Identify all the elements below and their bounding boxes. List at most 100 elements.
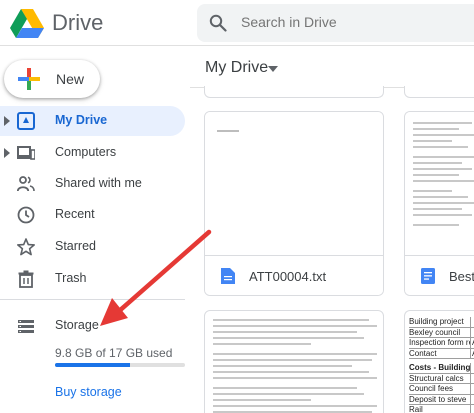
new-button-label: New xyxy=(56,71,85,87)
page-title[interactable]: My Drive xyxy=(205,59,268,77)
file-card-footer: ATT00004.txt xyxy=(205,255,383,295)
preview-text-line xyxy=(413,122,472,124)
sidebar-divider xyxy=(0,299,185,300)
preview-text-line xyxy=(413,224,459,226)
search-bar[interactable] xyxy=(197,4,474,42)
sidebar-item-label: Starred xyxy=(55,239,96,253)
preview-text-line xyxy=(213,377,377,379)
preview-text-line xyxy=(213,393,364,395)
preview-text-line xyxy=(413,214,472,216)
preview-text-line xyxy=(413,146,469,148)
search-input[interactable] xyxy=(241,14,461,30)
preview-text-line xyxy=(213,365,353,367)
preview-text-line xyxy=(413,202,474,204)
preview-text-line xyxy=(213,399,312,401)
preview-text-line xyxy=(213,325,377,327)
file-card-top-right[interactable] xyxy=(404,86,474,98)
preview-text-line xyxy=(413,128,459,130)
spreadsheet-cell: Contact xyxy=(409,348,471,358)
spreadsheet-row: Council fees xyxy=(409,384,474,395)
file-card-footer: Best xyxy=(405,255,474,295)
file-card-spreadsheet-preview[interactable]: Building project Bexley council Inspection… xyxy=(404,310,474,413)
storage-label[interactable]: Storage xyxy=(55,318,99,332)
sidebar-item-label: My Drive xyxy=(55,113,108,127)
spreadsheet-cell: Structural calcs xyxy=(409,373,471,383)
preview-text-line xyxy=(213,337,364,339)
text-file-icon xyxy=(221,268,235,284)
google-drive-logo-icon[interactable] xyxy=(9,7,45,39)
storage-progress-fill xyxy=(55,363,130,367)
file-name: Best xyxy=(449,269,474,284)
storage-usage-text: 9.8 GB of 17 GB used xyxy=(55,346,173,360)
sidebar-item-label: Trash xyxy=(55,271,87,285)
file-thumbnail xyxy=(405,112,474,255)
file-thumbnail xyxy=(205,112,383,255)
main-content: My Drive ATT00004.txt Best Building proj… xyxy=(190,47,474,413)
trash-icon xyxy=(18,270,34,288)
preview-text-line xyxy=(213,319,369,321)
sidebar-item-computers[interactable]: Computers xyxy=(0,138,185,168)
top-bar: Drive xyxy=(0,0,474,46)
preview-text-line xyxy=(413,162,462,164)
drive-app: Drive New My Drive xyxy=(0,0,474,413)
sidebar-item-starred[interactable]: Starred xyxy=(0,232,185,262)
spreadsheet-row: Inspection form refAF1 xyxy=(409,338,474,349)
my-drive-icon xyxy=(17,112,35,130)
new-button[interactable]: New xyxy=(4,60,100,98)
file-card-document-preview[interactable] xyxy=(204,310,384,413)
sidebar-item-my-drive[interactable]: My Drive xyxy=(0,106,185,136)
spreadsheet-cell: Costs - Building xyxy=(409,363,471,373)
preview-text-line xyxy=(413,196,469,198)
spreadsheet-cell: Deposit to steve xyxy=(409,394,471,404)
buy-storage-link[interactable]: Buy storage xyxy=(55,385,122,399)
expand-caret-icon[interactable] xyxy=(4,116,10,126)
preview-text-line xyxy=(213,359,373,361)
sidebar-item-shared-with-me[interactable]: Shared with me xyxy=(0,169,185,199)
sidebar-item-label: Computers xyxy=(55,145,117,159)
sidebar: New My Drive Computers Shared with me Re… xyxy=(0,47,190,413)
file-name: ATT00004.txt xyxy=(249,269,327,284)
preview-text-line xyxy=(413,174,459,176)
star-icon xyxy=(17,238,35,256)
preview-text-line xyxy=(213,343,312,345)
search-icon[interactable] xyxy=(209,14,227,32)
file-card-att00004[interactable]: ATT00004.txt xyxy=(204,111,384,296)
spreadsheet-cell: Bexley council xyxy=(409,327,471,337)
app-title[interactable]: Drive xyxy=(52,10,103,36)
spreadsheet-cell: Council fees xyxy=(409,384,471,394)
sidebar-item-label: Recent xyxy=(55,207,95,221)
preview-text-line xyxy=(213,353,377,355)
spreadsheet-row: Bexley council xyxy=(409,327,474,338)
storage-progress-bar xyxy=(55,363,185,367)
spreadsheet-row: Building project xyxy=(409,317,474,328)
sidebar-item-recent[interactable]: Recent xyxy=(0,200,185,230)
spreadsheet-cell: Building project xyxy=(409,317,471,327)
preview-text-line xyxy=(413,190,452,192)
preview-text-line xyxy=(213,405,377,407)
chevron-down-icon[interactable] xyxy=(268,66,278,72)
document-text-preview xyxy=(213,319,377,413)
file-card-top-left[interactable] xyxy=(204,86,384,98)
spreadsheet-row: Deposit to steve xyxy=(409,394,474,405)
preview-text-line xyxy=(413,208,462,210)
preview-text-line xyxy=(413,180,474,182)
storage-icon xyxy=(18,320,34,333)
expand-caret-icon[interactable] xyxy=(4,148,10,158)
preview-text-line xyxy=(413,168,472,170)
spreadsheet-preview: Building project Bexley council Inspection… xyxy=(409,317,474,413)
thumbnail-text-line xyxy=(217,130,239,132)
spreadsheet-cell: Inspection form ref xyxy=(409,338,471,348)
sidebar-item-label: Shared with me xyxy=(55,176,142,190)
google-doc-icon xyxy=(421,268,435,284)
plus-icon xyxy=(18,68,40,90)
preview-text-line xyxy=(213,387,358,389)
file-card-best[interactable]: Best xyxy=(404,111,474,296)
clock-icon xyxy=(17,206,35,224)
spreadsheet-row: Costs - Building xyxy=(409,363,474,374)
sidebar-item-trash[interactable]: Trash xyxy=(0,264,185,294)
spreadsheet-row: Structural calcs xyxy=(409,373,474,384)
computer-icon xyxy=(17,146,35,160)
people-icon xyxy=(17,176,35,192)
spreadsheet-row: ContactAF1 xyxy=(409,348,474,359)
preview-text-line xyxy=(213,371,369,373)
